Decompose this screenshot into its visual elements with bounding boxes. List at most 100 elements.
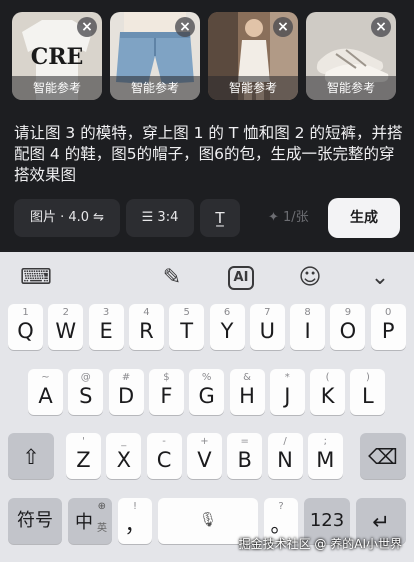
backspace-icon: ⌫	[368, 445, 398, 469]
key-label: X	[116, 448, 131, 472]
key-label: V	[197, 448, 212, 472]
key-sup-label: +	[200, 436, 209, 447]
key-j[interactable]: * J	[269, 369, 305, 415]
key-sup-label: =	[240, 436, 249, 447]
comma-key[interactable]: ! ，	[118, 498, 152, 544]
comma-sup: !	[132, 501, 137, 512]
key-z[interactable]: ' Z	[66, 433, 101, 479]
key-label: Y	[220, 319, 234, 343]
ai-icon[interactable]: AI	[228, 266, 254, 290]
key-k[interactable]: (K	[310, 369, 346, 415]
key-c[interactable]: -C	[146, 433, 182, 479]
key-sup-label: ~	[41, 372, 50, 383]
key-label: E	[99, 319, 113, 343]
thumbnail-model[interactable]: 智能参考 ×	[208, 12, 298, 100]
numbers-label: 123	[309, 510, 345, 531]
key-sup-label: #	[121, 372, 131, 383]
key-q[interactable]: 1Q	[8, 304, 43, 350]
key-label: S	[79, 384, 93, 408]
key-sup-label: -	[162, 436, 166, 447]
credit-cost: ✦ 1/张	[268, 210, 309, 225]
keyboard-settings-icon[interactable]: ⌨	[20, 264, 52, 292]
key-label: H	[239, 384, 255, 408]
aspect-ratio-button[interactable]: ☰ 3:4	[126, 199, 194, 237]
key-label: A	[38, 384, 53, 408]
key-b[interactable]: = B	[227, 433, 263, 479]
comma-label: ，	[124, 513, 146, 537]
thumbnail-tag: 智能参考	[306, 76, 396, 100]
reference-thumbnails: CRE 智能参考 × 智能参考 × 智能参考 × 智能参考 ×	[12, 12, 414, 102]
key-a[interactable]: ~ A	[28, 369, 63, 415]
brush-icon[interactable]: ✎	[158, 264, 186, 292]
key-x[interactable]: _ X	[106, 433, 142, 479]
key-sup-label: /	[283, 436, 287, 447]
key-sup-label: ;	[323, 436, 327, 447]
key-label: Q	[17, 319, 34, 343]
key-sup-label: 4	[143, 307, 150, 318]
composer-panel: CRE 智能参考 × 智能参考 × 智能参考 × 智能参考 × 请让图 3 的模…	[0, 0, 414, 250]
key-t[interactable]: 5T	[169, 304, 205, 350]
remove-thumbnail-button[interactable]: ×	[175, 17, 195, 37]
backspace-key[interactable]: ⌫	[360, 433, 406, 479]
remove-thumbnail-button[interactable]: ×	[371, 17, 391, 37]
key-sup-label: 9	[344, 307, 352, 318]
shift-icon: ⇧	[22, 445, 40, 469]
key-sup-label: '	[82, 436, 85, 447]
key-label: O	[339, 319, 357, 343]
key-sup-label: (	[325, 372, 330, 383]
thumbnail-shoes[interactable]: 智能参考 ×	[306, 12, 396, 100]
key-w[interactable]: 2W	[48, 304, 84, 350]
key-label: M	[316, 448, 335, 472]
generate-button[interactable]: 生成	[328, 198, 400, 238]
key-sup-label: 8	[304, 307, 311, 318]
key-i[interactable]: 8I	[290, 304, 326, 350]
key-o[interactable]: 9O	[330, 304, 366, 350]
key-sup-label: *	[284, 372, 290, 383]
shift-key[interactable]: ⇧	[8, 433, 54, 479]
model-selector-button[interactable]: 图片 · 4.0 ⇋	[14, 199, 120, 237]
key-e[interactable]: 3E	[88, 304, 124, 350]
key-m[interactable]: ; M	[307, 433, 343, 479]
keyboard: ⌨ ✎ AI ☺ ⌄ 1 Q 2 W 3 E 4 R 5 T 6 Y 7 U 8 I 9 O 0 P ~ A @ S # D $ F%…	[0, 252, 414, 562]
prompt-text[interactable]: 请让图 3 的模特，穿上图 1 的 T 恤和图 2 的短裤，并搭配图 4 的鞋，…	[14, 123, 406, 186]
key-h[interactable]: & H	[229, 369, 265, 415]
language-switch-key[interactable]: ⊕ 中 英	[68, 498, 112, 544]
key-d[interactable]: # D	[108, 369, 144, 415]
key-label: J	[284, 384, 291, 408]
microphone-icon[interactable]: 🎙	[158, 508, 258, 532]
thumbnail-tag: 智能参考	[12, 76, 102, 100]
key-v[interactable]: + V	[186, 433, 222, 479]
key-y[interactable]: 6Y	[209, 304, 245, 350]
lang-sub-label: 英	[97, 523, 107, 534]
symbols-key[interactable]: 符号	[8, 498, 62, 544]
key-sup-label: @	[80, 372, 91, 383]
remove-thumbnail-button[interactable]: ×	[273, 17, 293, 37]
key-f[interactable]: $ F	[148, 369, 184, 415]
key-sup-label: )	[365, 372, 370, 383]
svg-text:CRE: CRE	[31, 44, 84, 70]
key-u[interactable]: 7U	[249, 304, 285, 350]
thumbnail-shorts[interactable]: 智能参考 ×	[110, 12, 200, 100]
key-label: K	[320, 384, 335, 408]
key-label: N	[277, 448, 293, 472]
keyboard-toolbar: ⌨ ✎ AI ☺ ⌄	[0, 252, 414, 302]
key-r[interactable]: 4R	[128, 304, 164, 350]
key-sup-label: 3	[102, 307, 110, 318]
emoji-icon[interactable]: ☺	[296, 264, 324, 292]
text-style-button[interactable]: T̲	[200, 199, 240, 237]
key-sup-label: 7	[264, 307, 271, 318]
period-sup: ?	[278, 501, 284, 512]
key-label: C	[156, 448, 172, 472]
thumbnail-tshirt[interactable]: CRE 智能参考 ×	[12, 12, 102, 100]
key-sup-label: 6	[223, 307, 231, 318]
remove-thumbnail-button[interactable]: ×	[77, 17, 97, 37]
key-sup-label: 2	[62, 307, 69, 318]
collapse-icon[interactable]: ⌄	[366, 264, 394, 292]
key-g[interactable]: % G	[189, 369, 225, 415]
thumbnail-tag: 智能参考	[208, 76, 298, 100]
key-l[interactable]: ) L	[350, 369, 386, 415]
key-s[interactable]: @ S	[68, 369, 104, 415]
key-sup-label: 0	[385, 307, 392, 318]
key-p[interactable]: 0P	[370, 304, 406, 350]
key-n[interactable]: / N	[267, 433, 303, 479]
